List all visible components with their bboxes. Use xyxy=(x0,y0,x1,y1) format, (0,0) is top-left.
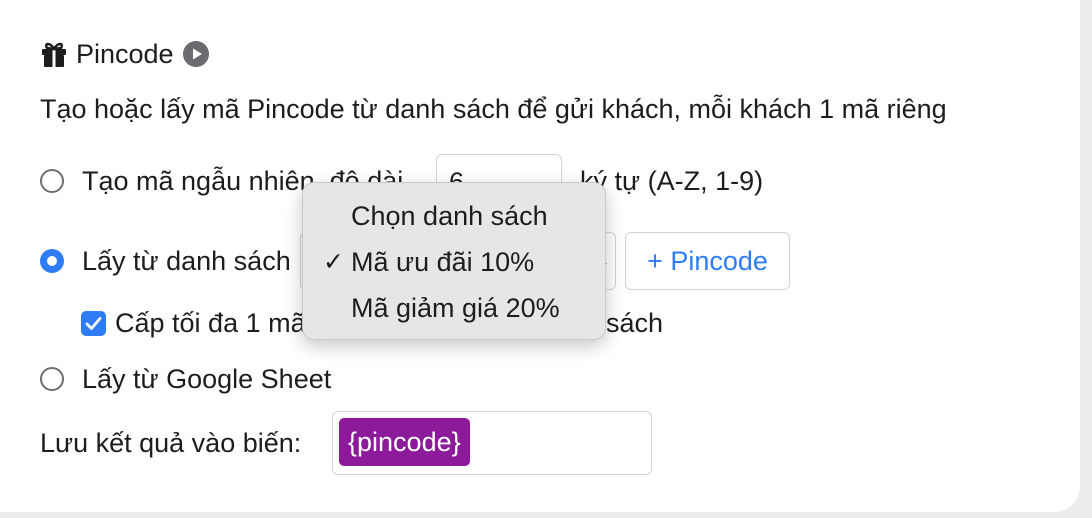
card-description: Tạo hoặc lấy mã Pincode từ danh sách để … xyxy=(40,94,947,124)
dropdown-item-list-2[interactable]: Mã giảm giá 20% xyxy=(351,293,560,324)
card-header: Pincode xyxy=(40,38,209,70)
pincode-card: Pincode Tạo hoặc lấy mã Pincode từ danh … xyxy=(0,0,1080,512)
radio-random-code[interactable] xyxy=(40,169,64,193)
limit-one-code-label-end: sách xyxy=(606,308,664,338)
limit-one-code-label: Cấp tối đa 1 mã xyxy=(115,308,306,338)
save-variable-label: Lưu kết quả vào biến: xyxy=(40,428,302,458)
gift-icon xyxy=(42,42,66,67)
random-code-suffix-label: ký tự (A-Z, 1-9) xyxy=(580,166,764,196)
add-pincode-button[interactable]: + Pincode xyxy=(625,232,790,290)
radio-from-list[interactable] xyxy=(40,249,64,273)
dropdown-item-list-1[interactable]: Mã ưu đãi 10% xyxy=(351,247,534,278)
google-sheet-label: Lấy từ Google Sheet xyxy=(82,364,332,394)
selected-check-icon: ✓ xyxy=(323,248,344,276)
play-icon[interactable] xyxy=(182,41,209,67)
radio-google-sheet[interactable] xyxy=(40,367,64,391)
checkmark-icon xyxy=(85,317,102,330)
limit-one-code-checkbox[interactable] xyxy=(81,311,106,336)
card-title: Pincode xyxy=(76,38,174,69)
variable-token[interactable]: {pincode} xyxy=(339,418,470,466)
dropdown-item-placeholder[interactable]: Chọn danh sách xyxy=(351,201,548,232)
list-dropdown-menu: Chọn danh sách ✓ Mã ưu đãi 10% Mã giảm g… xyxy=(302,182,606,340)
from-list-label: Lấy từ danh sách xyxy=(82,246,291,276)
